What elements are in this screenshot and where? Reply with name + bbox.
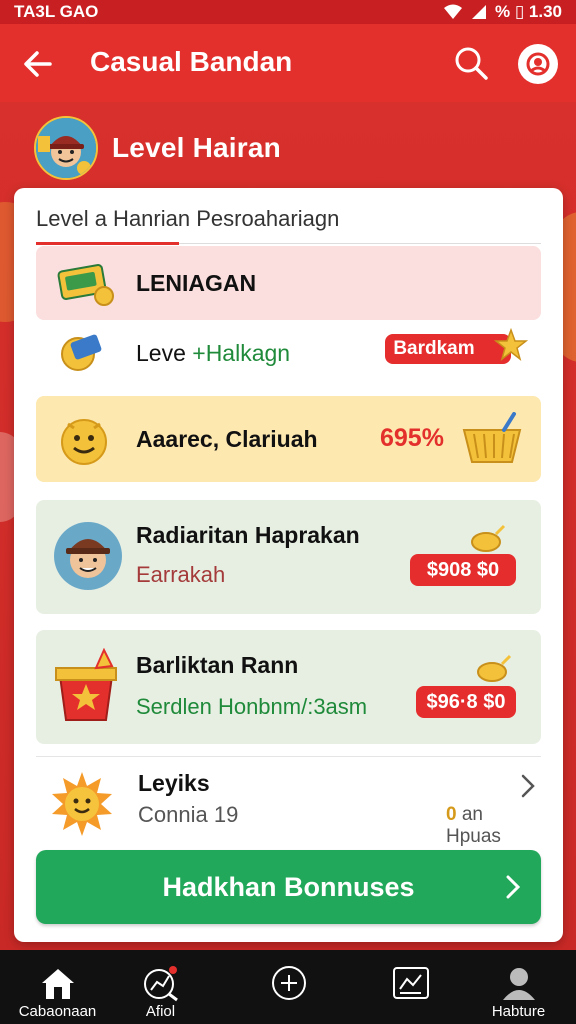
price-badge[interactable]: $96·8 $0 bbox=[416, 686, 516, 718]
row-value: 695% bbox=[380, 424, 444, 452]
sun-icon bbox=[52, 772, 112, 836]
row-title: Radiaritan Haprakan bbox=[136, 522, 360, 548]
nav-label: Afiol bbox=[145, 1003, 176, 1020]
nav-account[interactable]: Habture bbox=[461, 950, 576, 1024]
row-subtitle: Connia 19 bbox=[138, 802, 239, 827]
row-title-plain: Leve bbox=[136, 340, 193, 366]
nav-label: Habture bbox=[491, 1003, 546, 1020]
ticket-icon bbox=[57, 264, 114, 306]
row-title: LENIAGAN bbox=[136, 270, 257, 296]
shop-icon bbox=[392, 967, 429, 999]
list-item-leyiks[interactable]: Leyiks Connia 19 0 an Hpuas bbox=[36, 760, 541, 847]
row-extra-prefix: 0 bbox=[446, 804, 457, 825]
app-title: Casual Bandan bbox=[90, 46, 293, 77]
wifi-icon bbox=[443, 4, 462, 19]
nav-add[interactable] bbox=[231, 950, 346, 1024]
nav-stats[interactable]: Afiol bbox=[103, 950, 218, 1024]
row-title: Aaarec, Clariuah bbox=[136, 426, 318, 452]
row-title: Barliktan Rann bbox=[136, 652, 299, 678]
avatar-face-icon bbox=[36, 118, 96, 178]
coin-icon bbox=[471, 524, 506, 552]
row-subtitle: Earrakah bbox=[136, 562, 226, 587]
chevron-right-icon bbox=[521, 774, 535, 798]
person-icon bbox=[502, 968, 535, 1000]
row-extra: 0 an Hpuas bbox=[446, 804, 541, 848]
smiley-icon bbox=[61, 419, 107, 465]
status-time: TA3L GAO bbox=[14, 2, 99, 21]
badge-label: Bardkam bbox=[393, 338, 475, 359]
status-bar: TA3L GAO % ▯ 1.30 bbox=[0, 0, 576, 24]
signal-icon bbox=[471, 5, 486, 19]
card-title: Level a Hanrian Pesroahariagn bbox=[36, 206, 340, 231]
nav-home[interactable]: Cabaonaan bbox=[0, 950, 115, 1024]
plus-circle-icon bbox=[271, 966, 306, 1000]
profile-button[interactable] bbox=[518, 44, 558, 84]
nav-shop[interactable] bbox=[353, 950, 468, 1024]
home-icon bbox=[41, 969, 74, 999]
status-icons: % ▯ 1.30 bbox=[443, 2, 562, 22]
user-icon bbox=[526, 52, 550, 76]
search-button[interactable] bbox=[452, 44, 490, 82]
badge-label: $96·8 $0 bbox=[426, 690, 506, 713]
avatar bbox=[34, 116, 98, 180]
row-title: Leve +Halkagn bbox=[136, 340, 290, 367]
price-badge[interactable]: $908 $0 bbox=[410, 554, 516, 586]
coin-icon bbox=[477, 654, 512, 682]
list-item-radiaritan[interactable]: Radiaritan Haprakan Earrakah $908 $0 bbox=[36, 500, 541, 614]
avatar-man-icon bbox=[54, 522, 122, 590]
basket-icon bbox=[462, 412, 522, 463]
nav-label: Cabaonaan bbox=[18, 1003, 97, 1020]
row-title: Leyiks bbox=[138, 770, 210, 796]
cta-label: Hadkhan Bonnuses bbox=[162, 871, 415, 902]
bonus-cta-button[interactable]: Hadkhan Bonnuses bbox=[36, 850, 541, 924]
status-battery: % ▯ 1.30 bbox=[494, 2, 562, 21]
level-header: Level Hairan bbox=[34, 116, 281, 180]
ticket-small-icon bbox=[61, 334, 102, 371]
chart-icon bbox=[143, 966, 178, 1002]
card-divider bbox=[179, 243, 541, 244]
row-subtitle: Serdlen Honbnm/:3asm bbox=[136, 694, 368, 719]
gift-box-icon bbox=[55, 648, 117, 721]
app-bar: Casual Bandan bbox=[0, 24, 576, 102]
back-button[interactable] bbox=[20, 46, 56, 82]
star-icon bbox=[494, 328, 528, 361]
bardkam-badge[interactable]: Bardkam bbox=[385, 334, 511, 364]
chevron-right-icon bbox=[506, 875, 521, 899]
row-divider bbox=[36, 756, 541, 757]
bottom-nav: Cabaonaan Afiol Habture bbox=[0, 950, 576, 1024]
badge-label: $908 $0 bbox=[426, 558, 500, 581]
list-item-leniagan[interactable]: LENIAGAN bbox=[36, 246, 541, 320]
list-item-barliktan[interactable]: Barliktan Rann Serdlen Honbnm/:3asm $96·… bbox=[36, 630, 541, 744]
search-icon bbox=[455, 47, 488, 80]
main-card: Level a Hanrian Pesroahariagn LENIAGAN L… bbox=[14, 188, 563, 942]
list-item-level-halkagn[interactable]: Leve +Halkagn Bardkam bbox=[36, 320, 541, 382]
level-title: Level Hairan bbox=[112, 132, 281, 163]
card-title-underline bbox=[36, 242, 179, 245]
list-item-aaarec[interactable]: Aaarec, Clariuah 695% bbox=[36, 396, 541, 482]
row-title-highlight: +Halkagn bbox=[192, 340, 291, 366]
arrow-left-icon bbox=[24, 51, 52, 77]
